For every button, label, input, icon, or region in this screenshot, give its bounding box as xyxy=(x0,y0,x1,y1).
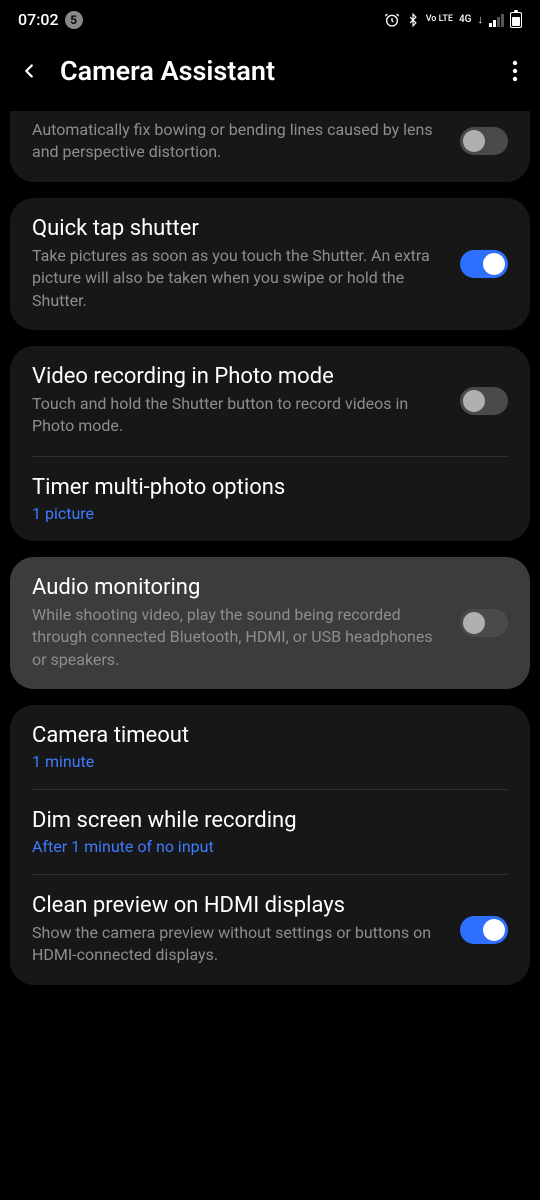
distortion-desc: Automatically fix bowing or bending line… xyxy=(32,119,444,164)
hdmi-toggle[interactable] xyxy=(460,916,508,944)
network-type-icon: 4G xyxy=(459,15,472,25)
timer-title: Timer multi-photo options xyxy=(32,475,508,500)
notification-badge: 5 xyxy=(65,11,83,29)
status-left: 07:02 5 xyxy=(18,10,83,29)
quick-tap-card: Quick tap shutter Take pictures as soon … xyxy=(10,198,530,330)
video-photo-title: Video recording in Photo mode xyxy=(32,364,444,389)
audio-desc: While shooting video, play the sound bei… xyxy=(32,604,444,671)
hdmi-desc: Show the camera preview without settings… xyxy=(32,922,444,967)
alarm-icon xyxy=(384,12,400,28)
distortion-setting[interactable]: Automatically fix bowing or bending line… xyxy=(10,111,530,182)
video-photo-desc: Touch and hold the Shutter button to rec… xyxy=(32,393,444,438)
timeout-setting[interactable]: Camera timeout 1 minute xyxy=(10,705,530,789)
bluetooth-icon xyxy=(406,12,420,28)
quick-tap-setting[interactable]: Quick tap shutter Take pictures as soon … xyxy=(10,198,530,330)
dim-setting[interactable]: Dim screen while recording After 1 minut… xyxy=(10,790,530,874)
quick-tap-toggle[interactable] xyxy=(460,250,508,278)
dim-value: After 1 minute of no input xyxy=(32,837,508,856)
more-button[interactable] xyxy=(508,60,522,82)
timeout-title: Camera timeout xyxy=(32,723,508,748)
timeout-dim-hdmi-card: Camera timeout 1 minute Dim screen while… xyxy=(10,705,530,985)
timer-value: 1 picture xyxy=(32,504,508,523)
video-photo-setting[interactable]: Video recording in Photo mode Touch and … xyxy=(10,346,530,456)
status-time: 07:02 xyxy=(18,10,59,29)
distortion-card: Automatically fix bowing or bending line… xyxy=(10,111,530,182)
settings-content: Automatically fix bowing or bending line… xyxy=(0,111,540,985)
quick-tap-title: Quick tap shutter xyxy=(32,216,444,241)
status-right: Vo LTE 4G ↓ xyxy=(384,12,522,28)
audio-title: Audio monitoring xyxy=(32,575,444,600)
download-icon: ↓ xyxy=(478,13,484,26)
audio-setting[interactable]: Audio monitoring While shooting video, p… xyxy=(10,557,530,689)
page-title: Camera Assistant xyxy=(60,55,488,87)
hdmi-title: Clean preview on HDMI displays xyxy=(32,893,444,918)
dim-title: Dim screen while recording xyxy=(32,808,508,833)
battery-icon xyxy=(510,12,522,28)
distortion-toggle[interactable] xyxy=(460,127,508,155)
audio-toggle[interactable] xyxy=(460,609,508,637)
volte-icon: Vo LTE xyxy=(426,15,453,24)
timer-setting[interactable]: Timer multi-photo options 1 picture xyxy=(10,457,530,541)
video-photo-toggle[interactable] xyxy=(460,387,508,415)
back-button[interactable] xyxy=(18,60,40,82)
status-bar: 07:02 5 Vo LTE 4G ↓ xyxy=(0,0,540,35)
timeout-value: 1 minute xyxy=(32,752,508,771)
hdmi-setting[interactable]: Clean preview on HDMI displays Show the … xyxy=(10,875,530,985)
audio-card: Audio monitoring While shooting video, p… xyxy=(10,557,530,689)
signal-icon xyxy=(489,13,504,27)
quick-tap-desc: Take pictures as soon as you touch the S… xyxy=(32,245,444,312)
header: Camera Assistant xyxy=(0,35,540,111)
video-timer-card: Video recording in Photo mode Touch and … xyxy=(10,346,530,541)
